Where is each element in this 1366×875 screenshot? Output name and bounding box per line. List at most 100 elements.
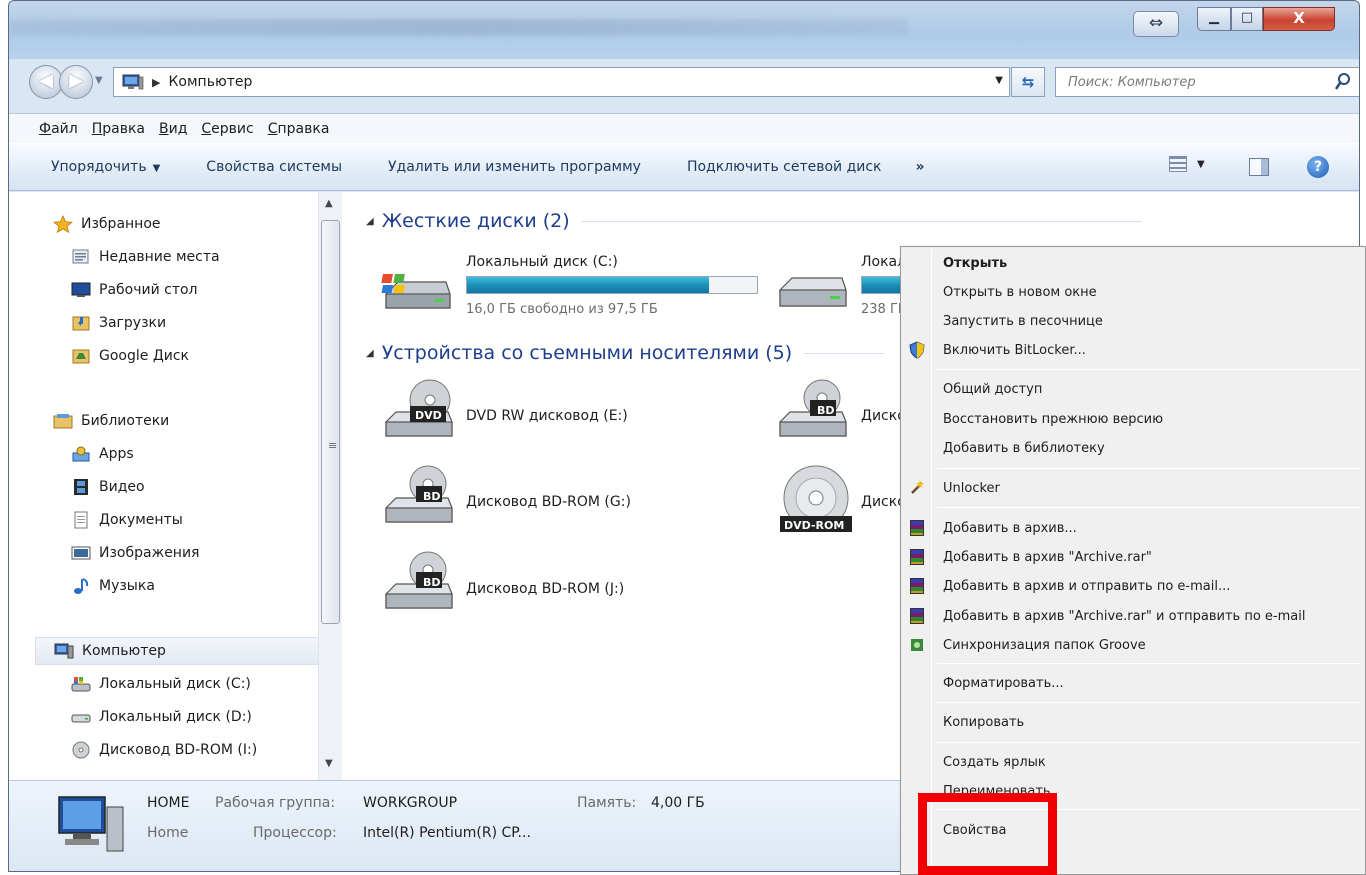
nav-libraries[interactable]: Библиотеки: [53, 409, 169, 433]
workgroup-label: Рабочая группа:: [215, 795, 336, 811]
scroll-thumb[interactable]: ≡: [321, 220, 340, 624]
nav-video[interactable]: Видео: [71, 475, 145, 499]
computer-name: HOME: [147, 795, 190, 811]
menu-help[interactable]: Справка: [268, 121, 330, 137]
dvd-e-label[interactable]: DVD RW дисковод (E:): [466, 408, 628, 424]
minimize-button[interactable]: ▁: [1197, 7, 1231, 31]
nav-documents[interactable]: Документы: [71, 508, 183, 532]
nav-computer[interactable]: Компьютер: [35, 637, 323, 665]
back-arrow-icon: ◀: [39, 70, 53, 91]
system-drive-icon[interactable]: [380, 268, 452, 316]
back-button[interactable]: ◀: [29, 65, 63, 99]
menu-item-sharing[interactable]: Общий доступ: [903, 376, 1363, 402]
menu-edit[interactable]: Правка: [92, 121, 145, 137]
groove-icon: [911, 639, 923, 651]
nav-music[interactable]: Музыка: [71, 574, 155, 598]
menu-item-unlocker[interactable]: Unlocker: [903, 475, 1363, 501]
bd-drive-icon[interactable]: [382, 550, 458, 616]
close-button[interactable]: X: [1263, 7, 1335, 31]
menu-tools[interactable]: Сервис: [201, 121, 253, 137]
bd-g-label[interactable]: Дисковод BD-ROM (G:): [466, 494, 631, 510]
menu-label: Добавить в архив...: [943, 520, 1077, 536]
refresh-button[interactable]: ⇆: [1011, 67, 1045, 97]
winrar-icon: [910, 578, 924, 594]
winrar-icon: [910, 520, 924, 536]
menu-item-add-to-library[interactable]: Добавить в библиотеку: [903, 435, 1363, 461]
domain-name: Home: [147, 825, 189, 841]
nav-label: Рабочий стол: [99, 282, 198, 298]
menu-item-bitlocker[interactable]: Включить BitLocker...: [903, 337, 1363, 363]
search-input[interactable]: [1056, 68, 1316, 96]
nav-favorites[interactable]: Избранное: [53, 212, 161, 236]
menu-label: Добавить в архив "Archive.rar" и отправи…: [943, 608, 1306, 624]
system-properties-button[interactable]: Свойства системы: [206, 159, 342, 175]
nav-desktop[interactable]: Рабочий стол: [71, 278, 198, 302]
bd-j-label[interactable]: Дисковод BD-ROM (J:): [466, 581, 624, 597]
bd-drive-icon[interactable]: [776, 378, 852, 444]
more-commands-button[interactable]: »: [916, 159, 925, 175]
nav-google-drive[interactable]: Google Диск: [71, 344, 189, 368]
cpu-label: Процессор:: [253, 825, 337, 841]
address-bar[interactable]: ▶ Компьютер ▼: [113, 67, 1010, 97]
menu-item-add-archive-rar[interactable]: Добавить в архив "Archive.rar": [903, 544, 1363, 570]
search-icon[interactable]: [1334, 72, 1352, 92]
menu-file[interactable]: Файл: [39, 121, 78, 137]
maximize-button[interactable]: □: [1231, 7, 1263, 31]
nav-images[interactable]: Изображения: [71, 541, 199, 565]
nav-recent-places[interactable]: Недавние места: [71, 245, 220, 269]
title-bar[interactable]: ⇔ ▁ □ X: [9, 1, 1359, 59]
snap-button[interactable]: ⇔: [1133, 11, 1179, 37]
google-drive-folder-icon: [72, 349, 90, 364]
winrar-icon: [910, 608, 924, 624]
address-dropdown-icon[interactable]: ▼: [995, 75, 1003, 86]
grip-icon: ≡: [328, 439, 338, 452]
nav-bd-i[interactable]: Дисковод BD-ROM (I:): [71, 738, 257, 762]
menu-item-add-archive[interactable]: Добавить в архив...: [903, 515, 1363, 541]
organize-button[interactable]: Упорядочить ▼: [51, 159, 160, 175]
nav-apps[interactable]: Apps: [71, 442, 134, 466]
menu-item-create-shortcut[interactable]: Создать ярлык: [903, 749, 1363, 775]
nav-scrollbar[interactable]: ▲ ≡ ▼: [318, 192, 342, 780]
change-view-button[interactable]: ▼: [1169, 156, 1219, 180]
menu-item-groove-sync[interactable]: Синхронизация папок Groove: [903, 632, 1363, 658]
downloads-folder-icon: [72, 316, 90, 331]
disk-c-usage-bar: [466, 276, 758, 294]
help-button[interactable]: ?: [1307, 156, 1329, 178]
forward-button[interactable]: ▶: [59, 65, 93, 99]
nav-label: Локальный диск (D:): [99, 709, 252, 725]
properties-highlight-box: [918, 793, 1057, 875]
nav-disk-d[interactable]: Локальный диск (D:): [71, 705, 252, 729]
recent-pages-dropdown[interactable]: ▼: [95, 75, 103, 86]
scroll-down-icon[interactable]: ▼: [325, 758, 333, 769]
map-network-drive-button[interactable]: Подключить сетевой диск: [687, 159, 882, 175]
nav-disk-c[interactable]: Локальный диск (C:): [71, 672, 251, 696]
menu-item-open-new-window[interactable]: Открыть в новом окне: [903, 279, 1363, 305]
view-details-icon: [1169, 156, 1187, 172]
optical-disc-icon: [72, 741, 90, 759]
menu-item-run-sandbox[interactable]: Запустить в песочнице: [903, 308, 1363, 334]
preview-pane-button[interactable]: [1249, 158, 1269, 176]
group-hard-disks[interactable]: ◢ Жесткие диски (2): [366, 210, 1142, 232]
breadcrumb-separator-icon[interactable]: ▶: [152, 76, 160, 89]
breadcrumb-computer[interactable]: Компьютер: [168, 74, 252, 90]
nav-downloads[interactable]: Загрузки: [71, 311, 166, 335]
disk-c-usage-fill: [467, 277, 710, 293]
bd-drive-icon[interactable]: [382, 464, 458, 530]
system-drive-icon: [71, 677, 91, 692]
menu-item-format[interactable]: Форматировать...: [903, 670, 1363, 696]
menu-item-open[interactable]: Открыть: [903, 250, 1363, 276]
menu-view[interactable]: Вид: [159, 121, 187, 137]
menu-item-add-archive-rar-email[interactable]: Добавить в архив "Archive.rar" и отправи…: [903, 603, 1363, 629]
menu-item-copy[interactable]: Копировать: [903, 709, 1363, 735]
nav-label: Дисковод BD-ROM (I:): [99, 742, 258, 758]
menu-item-restore-version[interactable]: Восстановить прежнюю версию: [903, 406, 1363, 432]
menu-item-add-archive-email[interactable]: Добавить в архив и отправить по e-mail..…: [903, 573, 1363, 599]
scroll-up-icon[interactable]: ▲: [325, 198, 333, 209]
hard-drive-icon[interactable]: [776, 274, 850, 314]
menu-label: Запустить в песочнице: [943, 313, 1103, 329]
disk-c-label[interactable]: Локальный диск (C:): [466, 254, 618, 270]
disk-c-free-space: 16,0 ГБ свободно из 97,5 ГБ: [466, 302, 658, 317]
group-divider: [581, 220, 1142, 222]
uninstall-program-button[interactable]: Удалить или изменить программу: [388, 159, 641, 175]
group-removable[interactable]: ◢ Устройства со съемными носителями (5): [366, 342, 885, 364]
